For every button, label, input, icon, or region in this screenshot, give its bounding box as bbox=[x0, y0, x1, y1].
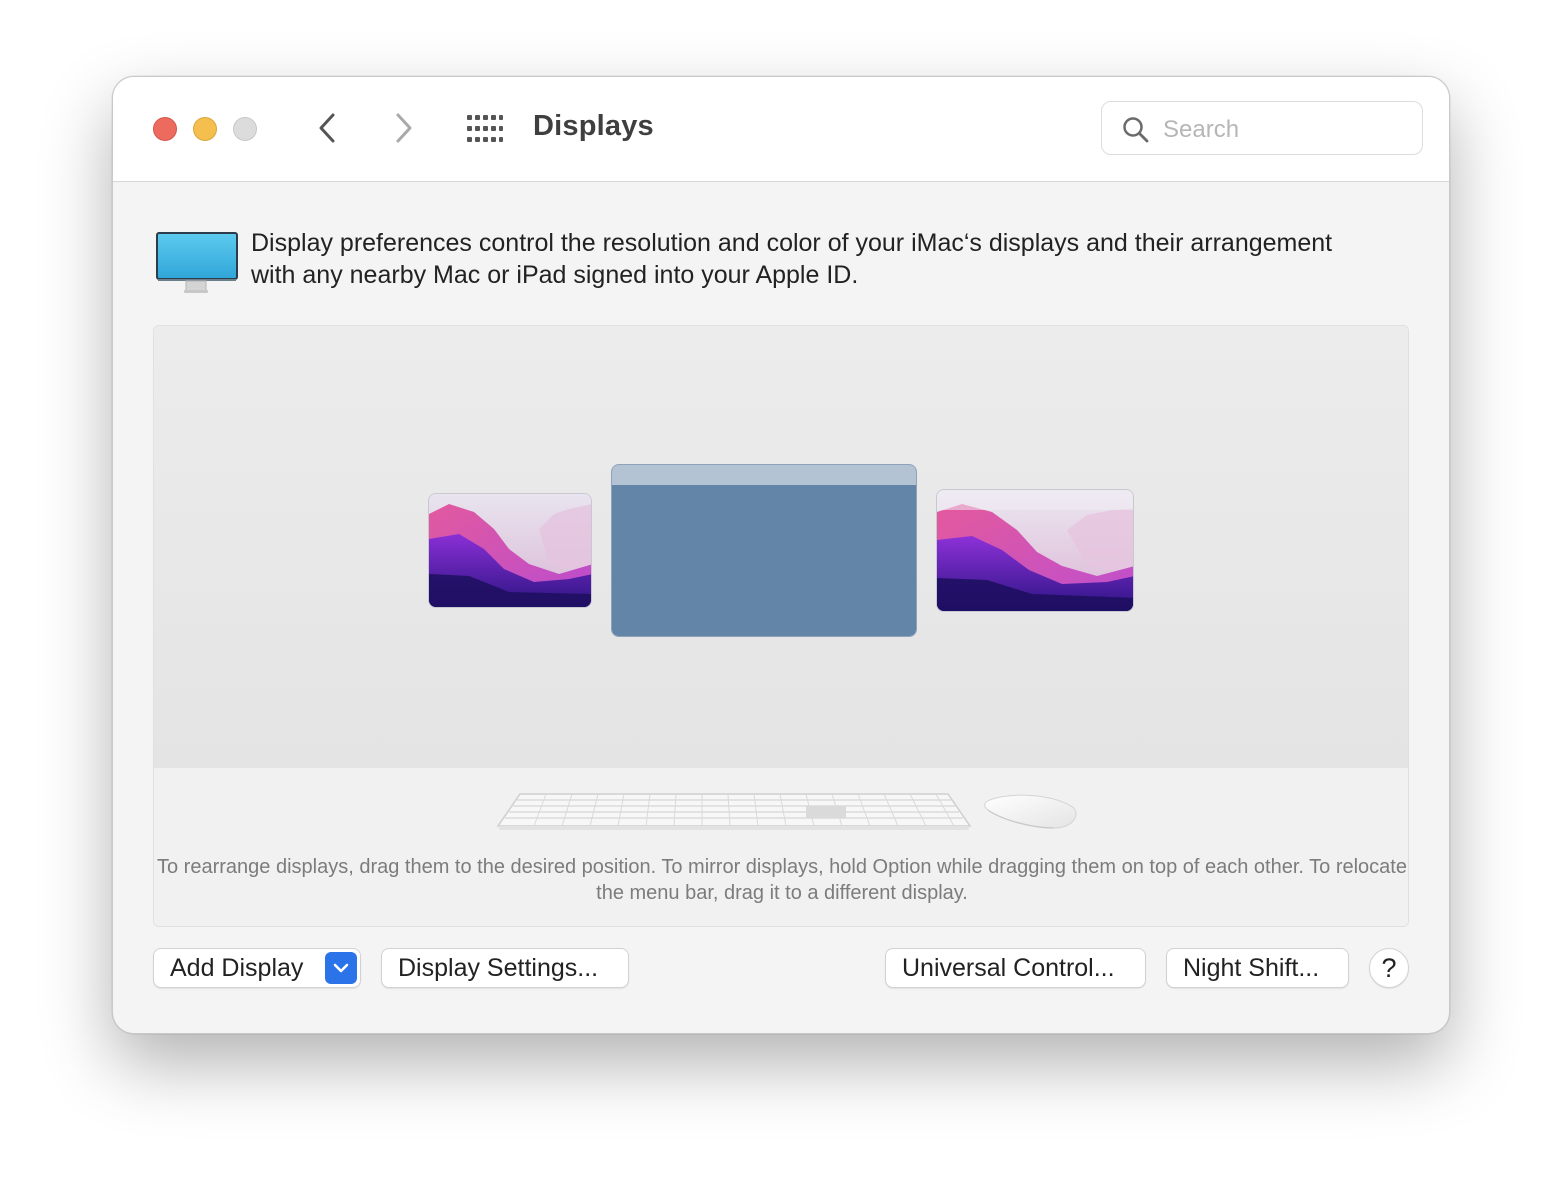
show-all-button[interactable] bbox=[467, 115, 503, 143]
forward-button[interactable] bbox=[388, 111, 418, 145]
mouse-icon bbox=[982, 792, 1078, 832]
chevron-down-icon bbox=[333, 963, 349, 973]
imac-icon bbox=[155, 231, 241, 295]
window-title: Displays bbox=[533, 110, 654, 142]
display-left[interactable] bbox=[428, 493, 592, 608]
description-text: Display preferences control the resoluti… bbox=[251, 229, 1333, 289]
arrangement-hint: To rearrange displays, drag them to the … bbox=[157, 856, 1407, 904]
chevron-right-icon bbox=[396, 113, 412, 143]
add-display-label: Add Display bbox=[170, 954, 304, 982]
close-button[interactable] bbox=[153, 117, 177, 141]
wallpaper-thumbnail bbox=[429, 494, 591, 607]
menu-bar-indicator[interactable] bbox=[612, 465, 916, 485]
search-placeholder: Search bbox=[1163, 116, 1240, 143]
night-shift-button[interactable]: Night Shift... bbox=[1166, 948, 1349, 988]
chevron-left-icon bbox=[319, 113, 335, 143]
display-main[interactable] bbox=[611, 464, 917, 637]
toolbar: Displays Search bbox=[113, 77, 1449, 182]
add-display-button[interactable]: Add Display bbox=[153, 948, 361, 988]
system-preferences-window: Displays Search Display preferences cont… bbox=[112, 76, 1450, 1034]
add-display-dropdown[interactable] bbox=[325, 952, 357, 984]
zoom-button bbox=[233, 117, 257, 141]
display-right[interactable] bbox=[936, 489, 1134, 612]
grid-icon bbox=[467, 115, 503, 142]
display-settings-button[interactable]: Display Settings... bbox=[381, 948, 629, 988]
universal-control-button[interactable]: Universal Control... bbox=[885, 948, 1146, 988]
minimize-button[interactable] bbox=[193, 117, 217, 141]
menu-bar-strip bbox=[937, 490, 1133, 510]
help-button[interactable]: ? bbox=[1369, 948, 1409, 988]
keyboard-icon bbox=[496, 792, 972, 832]
display-arrangement-area[interactable]: To rearrange displays, drag them to the … bbox=[153, 325, 1409, 927]
magnifier-icon bbox=[1123, 117, 1149, 143]
back-button[interactable] bbox=[313, 111, 343, 145]
search-field[interactable]: Search bbox=[1101, 101, 1423, 155]
